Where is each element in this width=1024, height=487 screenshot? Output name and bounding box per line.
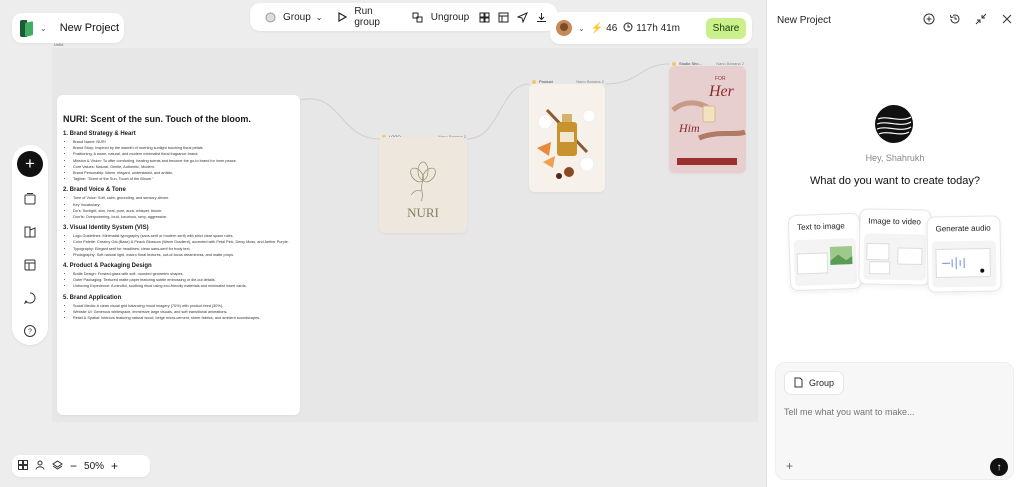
chevron-down-icon: ⌄ (40, 23, 47, 33)
logo-wordmark: NURI (407, 205, 439, 220)
sparkle-icon (672, 61, 676, 66)
attach-button[interactable]: + (786, 459, 793, 473)
mode-generate-audio[interactable]: Generate audio (926, 215, 1002, 293)
people-icon[interactable] (35, 460, 45, 473)
mode-preview (863, 233, 927, 281)
tool-rail: + ? (12, 145, 48, 345)
mode-preview (793, 237, 858, 287)
brand-section-heading: 1. Brand Strategy & Heart (63, 131, 136, 137)
brand-guideline-card[interactable]: NURI: Scent of the sun. Touch of the blo… (57, 95, 300, 415)
collapse-icon[interactable] (974, 12, 988, 26)
zoom-controls: − 50% + (12, 455, 150, 477)
project-switcher[interactable]: ⌄ New Project (12, 13, 124, 43)
mode-image-to-video[interactable]: Image to video (858, 208, 932, 286)
group-toolbar: Group ⌄ Run group Ungroup (250, 3, 557, 31)
brand-section-item: Color Palette: Creamy Oat (Base) & Peach… (73, 239, 294, 245)
send-button[interactable]: ↑ (990, 458, 1008, 476)
play-icon (335, 9, 350, 25)
connector-product-studio (604, 63, 670, 85)
clock-icon (623, 22, 633, 35)
brand-section-list: Tone of Voice: Soft, calm, grounding, an… (63, 195, 294, 220)
group-select[interactable]: Group ⌄ (258, 6, 327, 28)
group-context-chip[interactable]: Group (784, 371, 845, 395)
user-avatar[interactable] (556, 20, 572, 36)
time-remaining: 117h 41m (623, 22, 680, 35)
brand-section-heading: 2. Brand Voice & Tone (63, 187, 126, 194)
brand-title: NURI: Scent of the sun. Touch of the blo… (63, 114, 251, 124)
app-logo-icon (20, 19, 34, 37)
layers-icon[interactable] (52, 459, 63, 473)
create-question: What do you want to create today? (810, 175, 980, 187)
project-name: New Project (59, 22, 119, 34)
close-icon[interactable] (1000, 12, 1014, 26)
mode-preview (931, 240, 997, 288)
chat-icon[interactable] (19, 287, 41, 309)
new-chat-icon[interactable] (922, 12, 936, 26)
help-icon[interactable]: ? (19, 320, 41, 342)
grid-view-icon[interactable] (18, 459, 28, 473)
run-group-button[interactable]: Run group (331, 6, 402, 28)
brand-section-list: Brand Name: NURIBrand Story: Inspired by… (63, 139, 294, 182)
brand-section-heading: 3. Visual Identity System (VIS) (63, 225, 149, 232)
grid-icon[interactable] (477, 9, 492, 25)
studio-poster-image: FOR Her Him (669, 66, 746, 173)
share-button[interactable]: Share (706, 17, 746, 39)
panel-title: New Project (777, 15, 831, 26)
studio-shot-image-card[interactable]: FOR Her Him (669, 66, 746, 173)
circle-icon (262, 9, 278, 25)
brand-section-item: Photography: Soft natural light, macro f… (73, 252, 294, 258)
brand-section-item: Unboxing Experience: A mindful, soothing… (73, 283, 294, 289)
product-image-card[interactable] (529, 84, 605, 192)
poster-text-her: Her (708, 83, 735, 100)
document-icon (794, 377, 803, 390)
sparkle-icon (532, 79, 536, 84)
templates-icon[interactable] (19, 254, 41, 276)
brand-section-item: Don'ts: Overpowering, loud, luxurious, s… (73, 214, 294, 220)
media-icon[interactable] (19, 188, 41, 210)
brand-section-heading: 4. Product & Packaging Design (63, 263, 152, 270)
brand-section-heading: 5. Brand Application (63, 294, 122, 301)
history-icon[interactable] (948, 12, 962, 26)
chevron-down-icon: ⌄ (315, 12, 323, 22)
brand-section-list: Social Media: A clean visual grid balanc… (63, 303, 294, 322)
chevron-down-icon[interactable]: ⌄ (578, 24, 585, 33)
nuri-logo-image: NURI (407, 161, 439, 220)
brand-sections: 1. Brand Strategy & Heart Brand Name: NUR… (63, 131, 294, 321)
brand-section-item: Tagline: "Scent of the Sun, Touch of the… (73, 176, 294, 182)
credits-counter: ⚡ 46 (590, 22, 618, 34)
brand-section-list: Logo Guidelines: Minimalist typography (… (63, 233, 294, 258)
zoom-in-button[interactable]: + (111, 459, 118, 473)
layout-icon[interactable] (496, 9, 511, 25)
brand-section-list: Bottle Design: Frosted glass with soft, … (63, 271, 294, 290)
mode-text-to-image[interactable]: Text to image (787, 212, 863, 292)
download-icon[interactable] (534, 9, 549, 25)
ungroup-icon (410, 9, 426, 25)
add-node-button[interactable]: + (17, 151, 43, 177)
canvas[interactable]: Untld Brand Guideline NURI: Scent of the… (0, 0, 766, 487)
prompt-input[interactable] (784, 407, 1004, 417)
send-icon[interactable] (515, 9, 530, 25)
assets-icon[interactable] (19, 221, 41, 243)
prompt-composer: Group + ↑ (775, 362, 1014, 480)
svg-text:?: ? (28, 329, 32, 336)
greeting: Hey, Shahrukh (865, 153, 925, 163)
brand-section-item: Retail & Spatial: Interiors featuring na… (73, 315, 294, 321)
perfume-product-image (529, 84, 605, 192)
poster-text-for: FOR (715, 76, 726, 82)
zoom-level: 50% (84, 460, 105, 472)
account-stats: ⌄ ⚡ 46 117h 41m Share (550, 12, 752, 44)
poster-text-him: Him (678, 121, 700, 135)
ungroup-button[interactable]: Ungroup (406, 6, 473, 28)
panel-actions (922, 12, 1014, 26)
zoom-out-button[interactable]: − (70, 459, 77, 473)
lightning-icon: ⚡ (590, 22, 604, 34)
connector-brand-logo (299, 98, 381, 140)
logo-image-card[interactable]: NURI (379, 137, 467, 233)
connector-logo-product (466, 83, 530, 140)
assistant-avatar (875, 105, 913, 143)
